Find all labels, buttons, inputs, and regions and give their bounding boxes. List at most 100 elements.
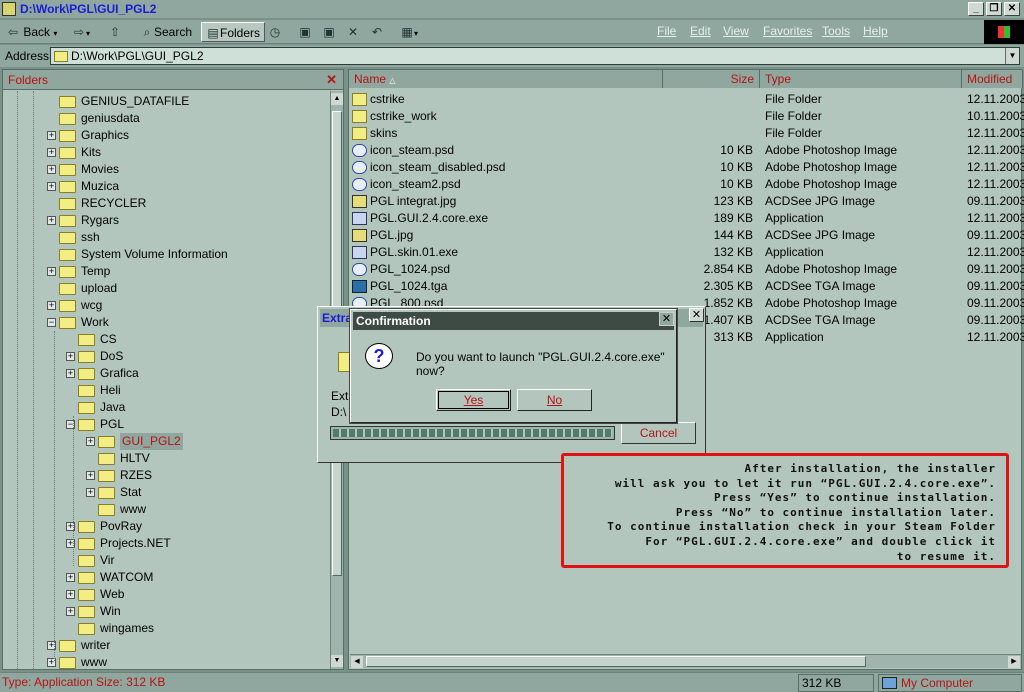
expand-icon[interactable]: + bbox=[66, 590, 75, 599]
scroll-left-icon[interactable]: ◀ bbox=[351, 656, 363, 668]
menu-tools[interactable]: Tools bbox=[822, 24, 850, 38]
tree-item[interactable]: + Movies bbox=[3, 161, 323, 178]
forward-button[interactable]: ⇨ ▾ bbox=[72, 22, 90, 42]
expand-icon[interactable]: + bbox=[47, 165, 56, 174]
expand-icon[interactable]: + bbox=[86, 437, 95, 446]
tree-item[interactable]: Java bbox=[3, 399, 323, 416]
file-row[interactable]: skins File Folder 12.11.2003 bbox=[349, 125, 1024, 142]
tree-item[interactable]: ssh bbox=[3, 229, 323, 246]
up-folder-button[interactable]: ⇧ bbox=[108, 22, 122, 42]
collapse-icon[interactable]: − bbox=[47, 318, 56, 327]
tree-item[interactable]: + RZES bbox=[3, 467, 323, 484]
file-row[interactable]: PGL_1024.tga 2.305 KB ACDSee TGA Image 09.1… bbox=[349, 278, 1024, 295]
expand-icon[interactable]: + bbox=[47, 216, 56, 225]
file-row[interactable]: PGL.jpg 144 KB ACDSee JPG Image 09.11.2003 bbox=[349, 227, 1024, 244]
tree-item[interactable]: upload bbox=[3, 280, 323, 297]
tree-item[interactable]: + writer bbox=[3, 637, 323, 654]
expand-icon[interactable]: + bbox=[66, 573, 75, 582]
file-row[interactable]: PGL_1024.psd 2.854 KB Adobe Photoshop Imag… bbox=[349, 261, 1024, 278]
expand-icon[interactable]: + bbox=[66, 607, 75, 616]
tree-item[interactable]: + Projects.NET bbox=[3, 535, 323, 552]
column-header-size[interactable]: Size bbox=[663, 70, 760, 88]
tree-item[interactable]: Heli bbox=[3, 382, 323, 399]
file-row[interactable]: cstrike_work File Folder 10.11.2003 bbox=[349, 108, 1024, 125]
extract-dialog-close-icon[interactable]: ✕ bbox=[689, 308, 704, 322]
tree-item[interactable]: System Volume Information bbox=[3, 246, 323, 263]
file-row[interactable]: icon_steam.psd 10 KB Adobe Photoshop Image… bbox=[349, 142, 1024, 159]
scroll-up-icon[interactable]: ▲ bbox=[331, 93, 343, 105]
close-button[interactable]: ✕ bbox=[1004, 2, 1020, 16]
menu-file[interactable]: File bbox=[657, 24, 676, 38]
tree-item[interactable]: + DoS bbox=[3, 348, 323, 365]
menu-favorites[interactable]: Favorites bbox=[763, 24, 812, 38]
views-button[interactable]: ▦▾ bbox=[400, 22, 418, 42]
tree-item[interactable]: wingames bbox=[3, 620, 323, 637]
tree-item[interactable]: + Graphics bbox=[3, 127, 323, 144]
no-button[interactable]: No bbox=[517, 389, 592, 411]
expand-icon[interactable]: + bbox=[47, 267, 56, 276]
column-header-type[interactable]: Type bbox=[760, 70, 962, 88]
file-row[interactable]: PGL.GUI.2.4.core.exe 189 KB Application 12.… bbox=[349, 210, 1024, 227]
menu-view[interactable]: View bbox=[723, 24, 749, 38]
tree-item[interactable]: HLTV bbox=[3, 450, 323, 467]
expand-icon[interactable]: + bbox=[47, 148, 56, 157]
address-dropdown-icon[interactable]: ▼ bbox=[1005, 48, 1019, 64]
tree-item[interactable]: CS bbox=[3, 331, 323, 348]
minimize-button[interactable]: _ bbox=[968, 2, 984, 16]
tree-item[interactable]: + PovRay bbox=[3, 518, 323, 535]
column-header-modified[interactable]: Modified bbox=[962, 70, 1023, 88]
tree-item[interactable]: − Work bbox=[3, 314, 323, 331]
tree-item[interactable]: www bbox=[3, 501, 323, 518]
undo-button[interactable]: ↶ bbox=[370, 22, 384, 42]
tree-item[interactable]: + Stat bbox=[3, 484, 323, 501]
file-row[interactable]: cstrike File Folder 12.11.2003 bbox=[349, 91, 1024, 108]
expand-icon[interactable]: + bbox=[86, 488, 95, 497]
expand-icon[interactable]: + bbox=[66, 369, 75, 378]
file-row[interactable]: PGL integrat.jpg 123 KB ACDSee JPG Image 09… bbox=[349, 193, 1024, 210]
tree-item[interactable]: + WATCOM bbox=[3, 569, 323, 586]
tree-item[interactable]: + Rygars bbox=[3, 212, 323, 229]
menu-edit[interactable]: Edit bbox=[690, 24, 711, 38]
copy-to-button[interactable]: ▣ bbox=[322, 22, 336, 42]
tree-item[interactable]: RECYCLER bbox=[3, 195, 323, 212]
tree-item[interactable]: + Muzica bbox=[3, 178, 323, 195]
tree-item[interactable]: GENIUS_DATAFILE bbox=[3, 93, 323, 110]
horizontal-scroll-thumb[interactable] bbox=[366, 656, 866, 667]
menu-help[interactable]: Help bbox=[863, 24, 888, 38]
scroll-right-icon[interactable]: ▶ bbox=[1008, 656, 1020, 668]
file-row[interactable]: icon_steam2.psd 10 KB Adobe Photoshop Imag… bbox=[349, 176, 1024, 193]
expand-icon[interactable]: + bbox=[47, 182, 56, 191]
yes-button[interactable]: Yes bbox=[436, 389, 511, 411]
tree-item[interactable]: + www bbox=[3, 654, 323, 669]
expand-icon[interactable]: + bbox=[47, 131, 56, 140]
folders-pane-close-icon[interactable]: ✕ bbox=[326, 70, 337, 90]
column-header-name[interactable]: Name △ bbox=[349, 70, 663, 88]
tree-item[interactable]: + Grafica bbox=[3, 365, 323, 382]
file-row[interactable]: PGL.skin.01.exe 132 KB Application 12.11.20… bbox=[349, 244, 1024, 261]
expand-icon[interactable]: + bbox=[66, 352, 75, 361]
tree-item[interactable]: + GUI_PGL2 bbox=[3, 433, 323, 450]
maximize-button[interactable]: ❐ bbox=[986, 2, 1002, 16]
tree-item[interactable]: + Temp bbox=[3, 263, 323, 280]
tree-item[interactable]: − PGL bbox=[3, 416, 323, 433]
confirmation-close-icon[interactable]: ✕ bbox=[659, 312, 674, 326]
expand-icon[interactable]: + bbox=[86, 471, 95, 480]
delete-button[interactable]: ✕ bbox=[346, 22, 360, 42]
folders-button[interactable]: ▤Folders bbox=[201, 22, 266, 42]
back-button[interactable]: ⇦ Back ▾ bbox=[6, 22, 57, 42]
tree-item[interactable]: Vir bbox=[3, 552, 323, 569]
file-row[interactable]: icon_steam_disabled.psd 10 KB Adobe Photos… bbox=[349, 159, 1024, 176]
tree-item[interactable]: + Web bbox=[3, 586, 323, 603]
move-to-button[interactable]: ▣ bbox=[298, 22, 312, 42]
expand-icon[interactable]: + bbox=[47, 301, 56, 310]
cancel-button[interactable]: Cancel bbox=[621, 422, 696, 444]
tree-item[interactable]: + Kits bbox=[3, 144, 323, 161]
search-button[interactable]: ⌕ Search bbox=[140, 22, 192, 42]
files-horizontal-scrollbar[interactable]: ◀ ▶ bbox=[350, 654, 1021, 668]
address-input[interactable]: D:\Work\PGL\GUI_PGL2 ▼ bbox=[50, 47, 1020, 65]
tree-item[interactable]: + wcg bbox=[3, 297, 323, 314]
tree-item[interactable]: geniusdata bbox=[3, 110, 323, 127]
history-button[interactable]: ◷ bbox=[268, 22, 282, 42]
scroll-down-icon[interactable]: ▼ bbox=[331, 655, 343, 667]
tree-item[interactable]: + Win bbox=[3, 603, 323, 620]
